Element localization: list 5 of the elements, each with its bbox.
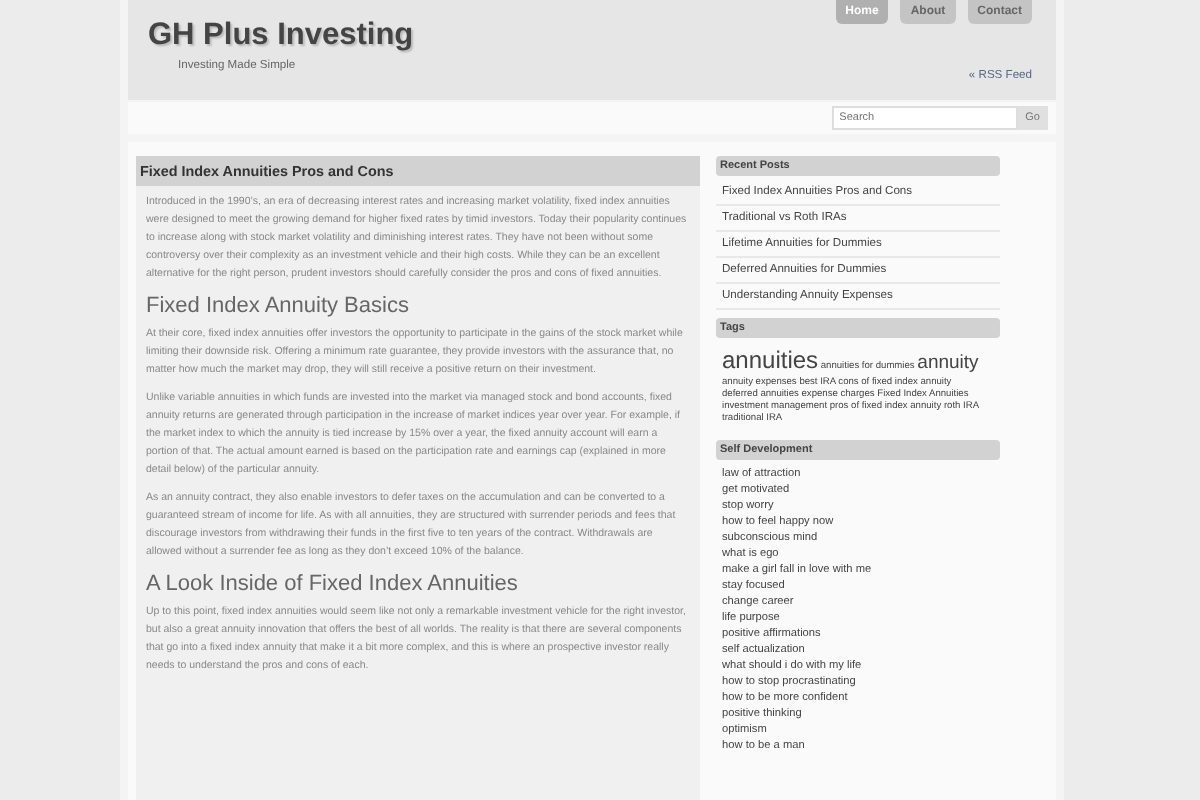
section-heading: Fixed Index Annuity Basics [146, 294, 411, 318]
site-title[interactable]: GH Plus Investing [148, 18, 414, 54]
tag-link[interactable]: annuity [917, 352, 979, 374]
section-heading: A Look Inside of Fixed Index Annuities [146, 572, 520, 596]
tag-link[interactable]: annuities [722, 346, 819, 374]
